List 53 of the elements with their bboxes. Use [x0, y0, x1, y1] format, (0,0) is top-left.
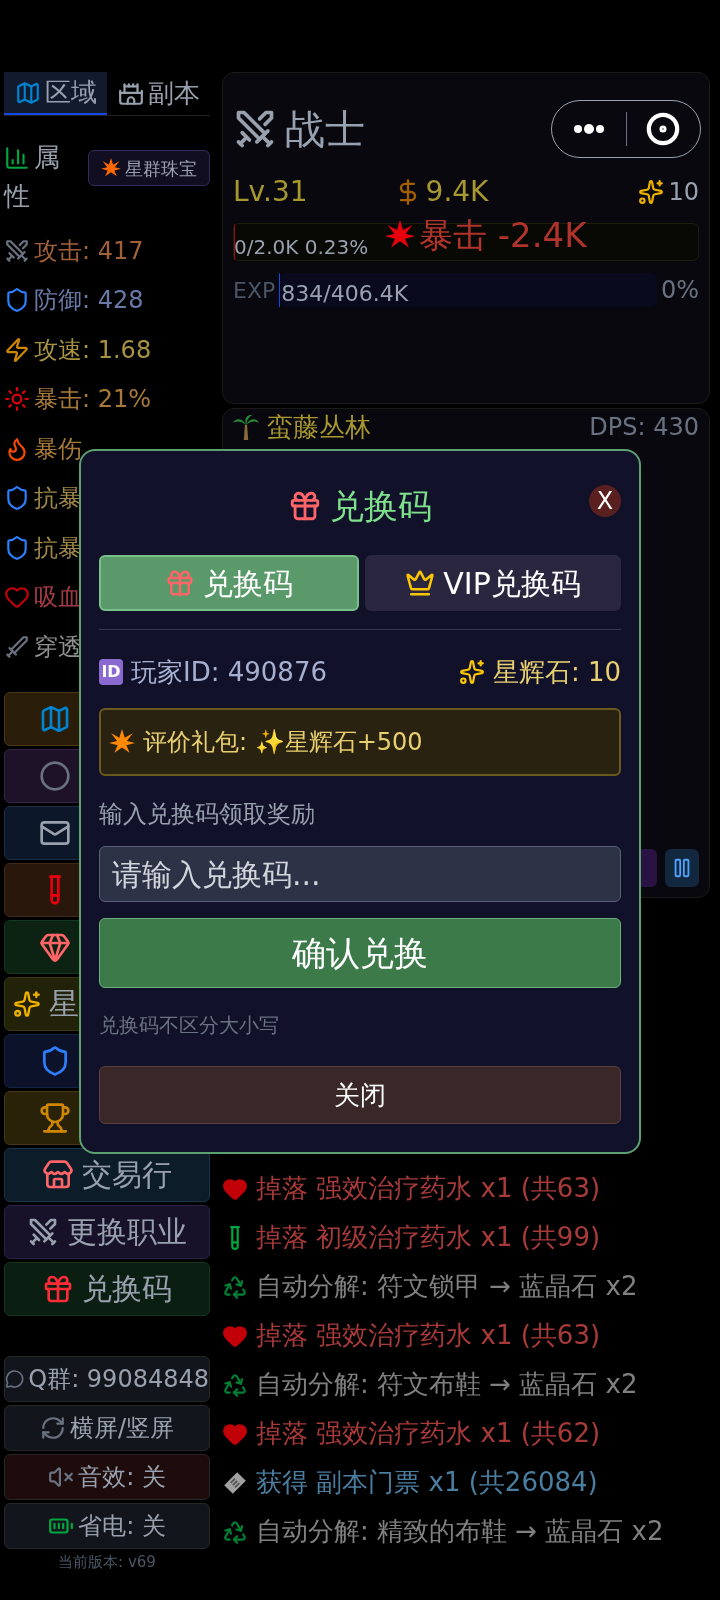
stat-text: 暴伤	[34, 433, 82, 465]
log-line: 获得 副本门票 x1 (共26084)	[256, 1466, 598, 1499]
close-button[interactable]: X	[589, 485, 621, 517]
code-input[interactable]: 请输入兑换码...	[99, 846, 621, 902]
close-dialog-button[interactable]: 关闭	[99, 1066, 621, 1124]
class-name: 战士	[285, 105, 365, 154]
settings-button[interactable]: 音效: 关	[4, 1453, 210, 1500]
hint-text: 兑换码不区分大小写	[99, 1012, 280, 1039]
promo-text: 评价礼包: ✨星辉石+500	[143, 727, 423, 758]
log-line: 掉落 强效治疗药水 x1 (共63)	[256, 1319, 601, 1352]
log-line: 自动分解: 精致的布鞋 → 蓝晶石 x2	[256, 1515, 664, 1548]
log-line: 掉落 强效治疗药水 x1 (共62)	[256, 1417, 601, 1450]
hp-text: 0/2.0K 0.23%	[234, 234, 369, 261]
section-title: 属	[34, 141, 60, 174]
sparkle-count: 10	[668, 177, 699, 208]
log-line: 自动分解: 符文布鞋 → 蓝晶石 x2	[256, 1368, 638, 1401]
damage-popup: 暴击 -2.4K	[419, 215, 587, 255]
exp-label: EXP	[233, 276, 276, 305]
stat-text: 防御: 428	[34, 285, 144, 317]
region-tab[interactable]: 区域	[4, 72, 107, 115]
star-stone-count: 星辉石: 10	[492, 655, 621, 689]
confirm-button[interactable]: 确认兑换	[99, 918, 621, 988]
settings-button[interactable]: 省电: 关	[4, 1502, 210, 1549]
coin-amount: 9.4K	[425, 174, 489, 210]
stat-text: 吸血	[34, 582, 82, 614]
log-line: 掉落 初级治疗药水 x1 (共99)	[256, 1221, 601, 1254]
region-tab[interactable]: 副本	[107, 72, 210, 115]
settings-button[interactable]: Q群: 99084848	[4, 1355, 210, 1402]
section-title: 性	[4, 180, 31, 213]
settings-button[interactable]: 横屏/竖屏	[4, 1404, 210, 1451]
jewel-button[interactable]: 星群珠宝	[88, 150, 210, 186]
id-badge-icon: ID	[99, 659, 123, 685]
prompt-text: 输入兑换码领取奖励	[99, 799, 316, 830]
dialog-title: 兑换码	[330, 484, 432, 528]
dps-text: DPS: 430	[589, 412, 699, 443]
version-text: 当前版本: v69	[57, 1551, 157, 1573]
stat-text: 攻速: 1.68	[34, 334, 152, 366]
log-line: 自动分解: 符文锁甲 → 蓝晶石 x2	[256, 1270, 638, 1303]
stat-text: 暴击: 21%	[34, 384, 152, 416]
stat-text: 抗暴	[34, 483, 82, 515]
menu-button[interactable]: 更换职业	[4, 1204, 210, 1259]
stat-text: 穿透	[34, 631, 82, 663]
zone-name: 蛮藤丛林	[267, 410, 371, 444]
stat-text: 抗暴	[34, 532, 82, 564]
log-line: 掉落 强效治疗药水 x1 (共63)	[256, 1172, 601, 1205]
menu-button[interactable]: 兑换码	[4, 1261, 210, 1316]
level-text: Lv.31	[233, 174, 308, 210]
exp-text: 834/406.4K	[281, 280, 409, 308]
dialog-tab[interactable]: VIP兑换码	[365, 555, 621, 611]
player-id: 玩家ID: 490876	[131, 655, 327, 689]
exp-percent: 0%	[660, 275, 699, 306]
stat-text: 攻击: 417	[34, 235, 144, 267]
menu-button[interactable]: 交易行	[4, 1147, 210, 1202]
